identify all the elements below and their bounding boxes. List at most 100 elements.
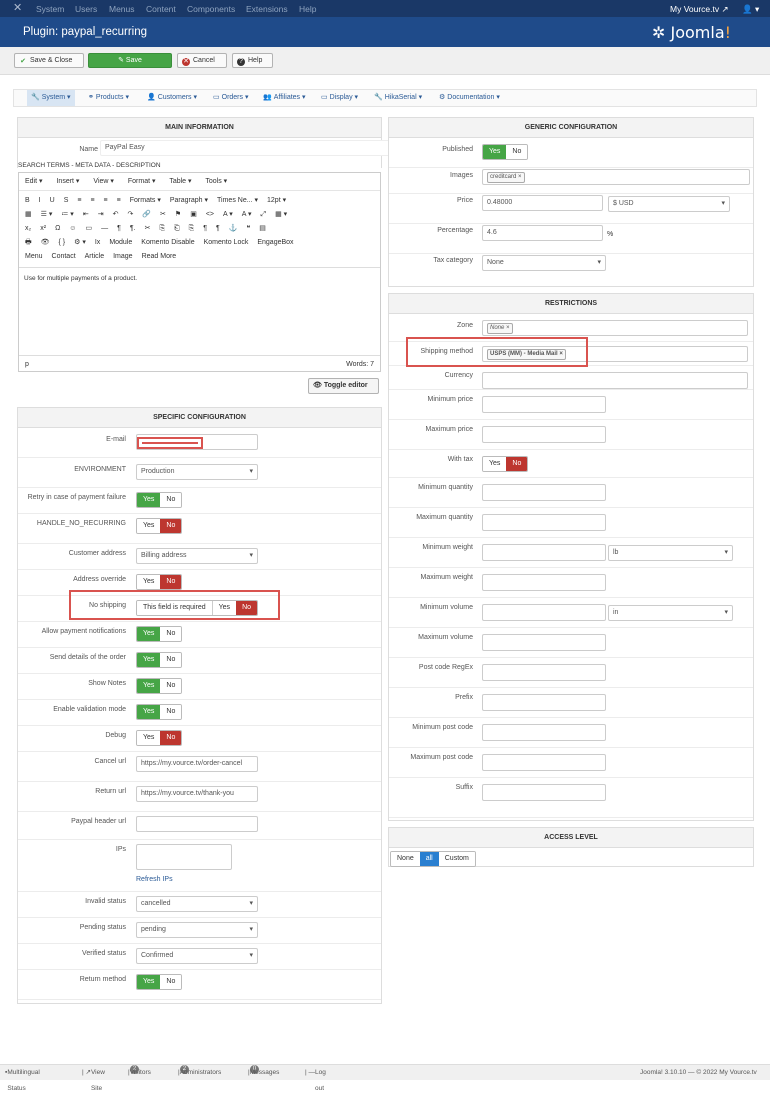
retry-no[interactable]: No (160, 493, 182, 507)
editor-menu-table[interactable]: Table ▾ (169, 178, 191, 185)
show-notes-toggle[interactable]: Yes No (136, 678, 183, 694)
editor-tool-row1-7[interactable]: ≡ (117, 197, 121, 204)
editor-tool-row4-1[interactable]: 👁 (41, 239, 50, 246)
refresh-ips-link[interactable]: Refresh IPs (136, 876, 173, 883)
send-details-no[interactable]: No (160, 653, 182, 667)
topnav-components[interactable]: Components (187, 4, 235, 14)
prefix-input[interactable] (482, 694, 606, 711)
logout-link[interactable]: | — Log out (305, 1065, 326, 1092)
env-select[interactable]: Production (136, 464, 258, 480)
max-price-input[interactable] (482, 426, 606, 443)
help-button[interactable]: ? Help (232, 53, 273, 68)
editor-tool-row3-2[interactable]: Ω (55, 225, 60, 232)
editor-tool-row2-14[interactable]: ⤢ (261, 211, 267, 218)
editor-tool-row1-9[interactable]: Paragraph ▾ (170, 197, 208, 204)
debug-yes[interactable]: Yes (137, 731, 161, 745)
editor-tool-row4-2[interactable]: { } (59, 239, 66, 246)
return-url-input[interactable]: https://my.vource.tv/thank-you (136, 786, 258, 802)
save-button[interactable]: ✎ Save (88, 53, 172, 68)
editor-tool-row5-0[interactable]: Menu (25, 253, 43, 260)
editor-tool-row2-0[interactable]: ▦ (25, 211, 32, 218)
toggle-editor-button[interactable]: 👁 Toggle editor (308, 378, 379, 394)
editor-tool-row2-5[interactable]: ↶ (113, 211, 119, 218)
retry-yes[interactable]: Yes (137, 493, 161, 507)
postcode-regex-input[interactable] (482, 664, 606, 681)
nav-products[interactable]: ⚭ Products ▾ (84, 90, 133, 106)
editor-tool-row1-8[interactable]: Formats ▾ (130, 197, 161, 204)
editor-tool-row1-2[interactable]: U (50, 197, 55, 204)
editor-tool-row3-0[interactable]: x₂ (25, 225, 31, 232)
send-details-toggle[interactable]: Yes No (136, 652, 183, 668)
zone-input[interactable]: None × (482, 320, 748, 336)
editor-tool-row1-10[interactable]: Times Ne... ▾ (217, 197, 258, 204)
view-site-link[interactable]: | ↗ View Site (82, 1065, 105, 1092)
enable-valid-toggle[interactable]: Yes No (136, 704, 183, 720)
editor-tool-row1-5[interactable]: ≡ (90, 197, 94, 204)
min-qty-input[interactable] (482, 484, 606, 501)
allow-notif-yes[interactable]: Yes (137, 627, 161, 641)
editor-tool-row1-0[interactable]: B (25, 197, 30, 204)
percentage-input[interactable]: 4.6 (482, 225, 603, 241)
editor-tool-row3-4[interactable]: ▭ (85, 225, 92, 232)
topnav-menus[interactable]: Menus (109, 4, 135, 14)
editor-content[interactable]: Use for multiple payments of a product. (24, 275, 137, 282)
handle-yes[interactable]: Yes (137, 519, 161, 533)
topnav-help[interactable]: Help (299, 4, 316, 14)
editor-tool-row3-16[interactable]: ▤ (259, 225, 266, 232)
editor-tool-row4-5[interactable]: Module (109, 239, 132, 246)
editor-tool-row4-8[interactable]: EngageBox (257, 239, 293, 246)
editor-menu-format[interactable]: Format ▾ (128, 178, 156, 185)
editor-tool-row2-9[interactable]: ⚑ (175, 211, 181, 218)
min-weight-unit-select[interactable]: lb (608, 545, 733, 561)
enable-valid-yes[interactable]: Yes (137, 705, 161, 719)
editor-tool-row4-3[interactable]: ⚙ ▾ (74, 239, 86, 246)
editor-tool-row3-10[interactable]: ⎗ (174, 225, 180, 232)
pending-select[interactable]: pending (136, 922, 258, 938)
access-all[interactable]: all (419, 852, 439, 866)
editor-menu-tools[interactable]: Tools ▾ (205, 178, 227, 185)
ips-textarea[interactable] (136, 844, 232, 870)
currency-input[interactable] (482, 372, 748, 389)
topnav-extensions[interactable]: Extensions (246, 4, 288, 14)
return-method-yes[interactable]: Yes (137, 975, 161, 989)
editor-tool-row5-2[interactable]: Article (85, 253, 104, 260)
editor-tool-row1-11[interactable]: 12pt ▾ (267, 197, 286, 204)
editor-tool-row2-11[interactable]: <> (206, 211, 214, 218)
editor-tool-row2-15[interactable]: ▦ ▾ (275, 211, 287, 218)
show-notes-no[interactable]: No (160, 679, 182, 693)
editor-tool-row2-12[interactable]: A ▾ (223, 211, 233, 218)
editor-menu-edit[interactable]: Edit ▾ (25, 178, 43, 185)
editor-menu-view[interactable]: View ▾ (93, 178, 114, 185)
max-postcode-input[interactable] (482, 754, 606, 771)
editor-tool-row4-7[interactable]: Komento Lock (204, 239, 249, 246)
min-weight-input[interactable] (482, 544, 606, 561)
cancel-button[interactable]: ✕ Cancel (177, 53, 227, 68)
editor-tool-row4-0[interactable]: 🖶 (25, 239, 32, 246)
handle-toggle[interactable]: Yes No (136, 518, 183, 534)
access-none[interactable]: None (391, 852, 420, 866)
max-weight-input[interactable] (482, 574, 606, 591)
editor-tool-row2-4[interactable]: ⇥ (98, 211, 104, 218)
editor-tool-row5-4[interactable]: Read More (142, 253, 177, 260)
editor-tool-row2-8[interactable]: ✂ (160, 211, 166, 218)
handle-no[interactable]: No (160, 519, 182, 533)
show-notes-yes[interactable]: Yes (137, 679, 161, 693)
nav-documentation[interactable]: ⚙ Documentation ▾ (435, 90, 504, 106)
editor-tool-row3-14[interactable]: ⚓ (229, 225, 238, 232)
nav-system[interactable]: 🔧 System ▾ (27, 90, 75, 106)
editor-tool-row2-7[interactable]: 🔗 (142, 211, 151, 218)
editor-tool-row4-4[interactable]: Ix (95, 239, 100, 246)
nav-orders[interactable]: ▭ Orders ▾ (209, 90, 253, 106)
max-qty-input[interactable] (482, 514, 606, 531)
editor-tool-row3-7[interactable]: ¶. (130, 225, 136, 232)
editor-tool-row3-1[interactable]: x² (40, 225, 46, 232)
addr-override-toggle[interactable]: Yes No (136, 574, 183, 590)
save-close-button[interactable]: ✔ Save & Close (14, 53, 84, 68)
with-tax-toggle[interactable]: Yes No (482, 456, 529, 472)
editor-tool-row3-9[interactable]: ⎘ (159, 225, 165, 232)
zone-tag[interactable]: None × (487, 323, 513, 334)
verified-select[interactable]: Confirmed (136, 948, 258, 964)
editor-tool-row5-3[interactable]: Image (113, 253, 132, 260)
min-postcode-input[interactable] (482, 724, 606, 741)
addr-override-yes[interactable]: Yes (137, 575, 161, 589)
